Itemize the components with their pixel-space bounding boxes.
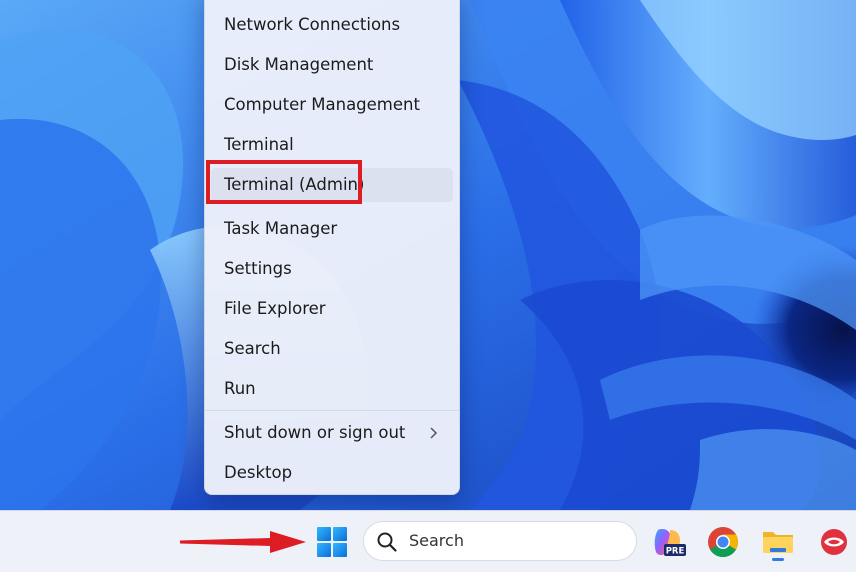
menu-item-label: File Explorer: [224, 299, 326, 318]
menu-item-desktop[interactable]: Desktop: [211, 456, 453, 490]
menu-item-shut-down[interactable]: Shut down or sign out: [211, 416, 453, 450]
start-button[interactable]: [312, 522, 352, 562]
search-label: Search: [409, 531, 464, 550]
annotation-arrow: [180, 531, 306, 553]
menu-item-label: Desktop: [224, 463, 293, 482]
search-icon: [377, 532, 397, 552]
file-explorer-icon: [763, 532, 793, 561]
menu-separator: [205, 410, 459, 411]
menu-item-label: Disk Management: [224, 55, 374, 74]
menu-item-label: Shut down or sign out: [224, 423, 406, 442]
menu-item-label: Settings: [224, 259, 292, 278]
menu-item-terminal-admin[interactable]: Terminal (Admin): [211, 168, 453, 202]
menu-item-computer-management[interactable]: Computer Management: [211, 88, 453, 122]
menu-item-terminal[interactable]: Terminal: [211, 128, 453, 162]
file-explorer-button[interactable]: [758, 522, 798, 562]
app-icon: [821, 529, 847, 555]
pinned-app-button[interactable]: [814, 522, 854, 562]
desktop-screen: Network Connections Disk Management Comp…: [0, 0, 856, 572]
chrome-icon: [708, 527, 739, 558]
menu-item-run[interactable]: Run: [211, 372, 453, 406]
menu-item-label: Terminal: [224, 135, 294, 154]
menu-item-settings[interactable]: Settings: [211, 252, 453, 286]
copilot-pre-badge: PRE: [666, 547, 685, 557]
copilot-icon: PRE: [654, 529, 686, 557]
windows-start-icon: [317, 527, 347, 557]
taskbar: Search PRE: [0, 510, 856, 572]
menu-item-label: Run: [224, 379, 256, 398]
menu-item-label: Search: [224, 339, 281, 358]
menu-item-disk-management[interactable]: Disk Management: [211, 48, 453, 82]
menu-item-label: Computer Management: [224, 95, 420, 114]
menu-item-file-explorer[interactable]: File Explorer: [211, 292, 453, 326]
menu-item-label: Terminal (Admin): [224, 175, 365, 194]
menu-item-label: Task Manager: [224, 219, 338, 238]
chrome-button[interactable]: [703, 522, 743, 562]
menu-item-task-manager[interactable]: Task Manager: [211, 212, 453, 246]
winx-context-menu: Network Connections Disk Management Comp…: [204, 0, 460, 495]
copilot-button[interactable]: PRE: [648, 522, 688, 562]
taskbar-search-box[interactable]: Search: [363, 521, 637, 561]
menu-item-search[interactable]: Search: [211, 332, 453, 366]
menu-item-label: Network Connections: [224, 15, 401, 34]
menu-item-network-connections[interactable]: Network Connections: [211, 8, 453, 42]
